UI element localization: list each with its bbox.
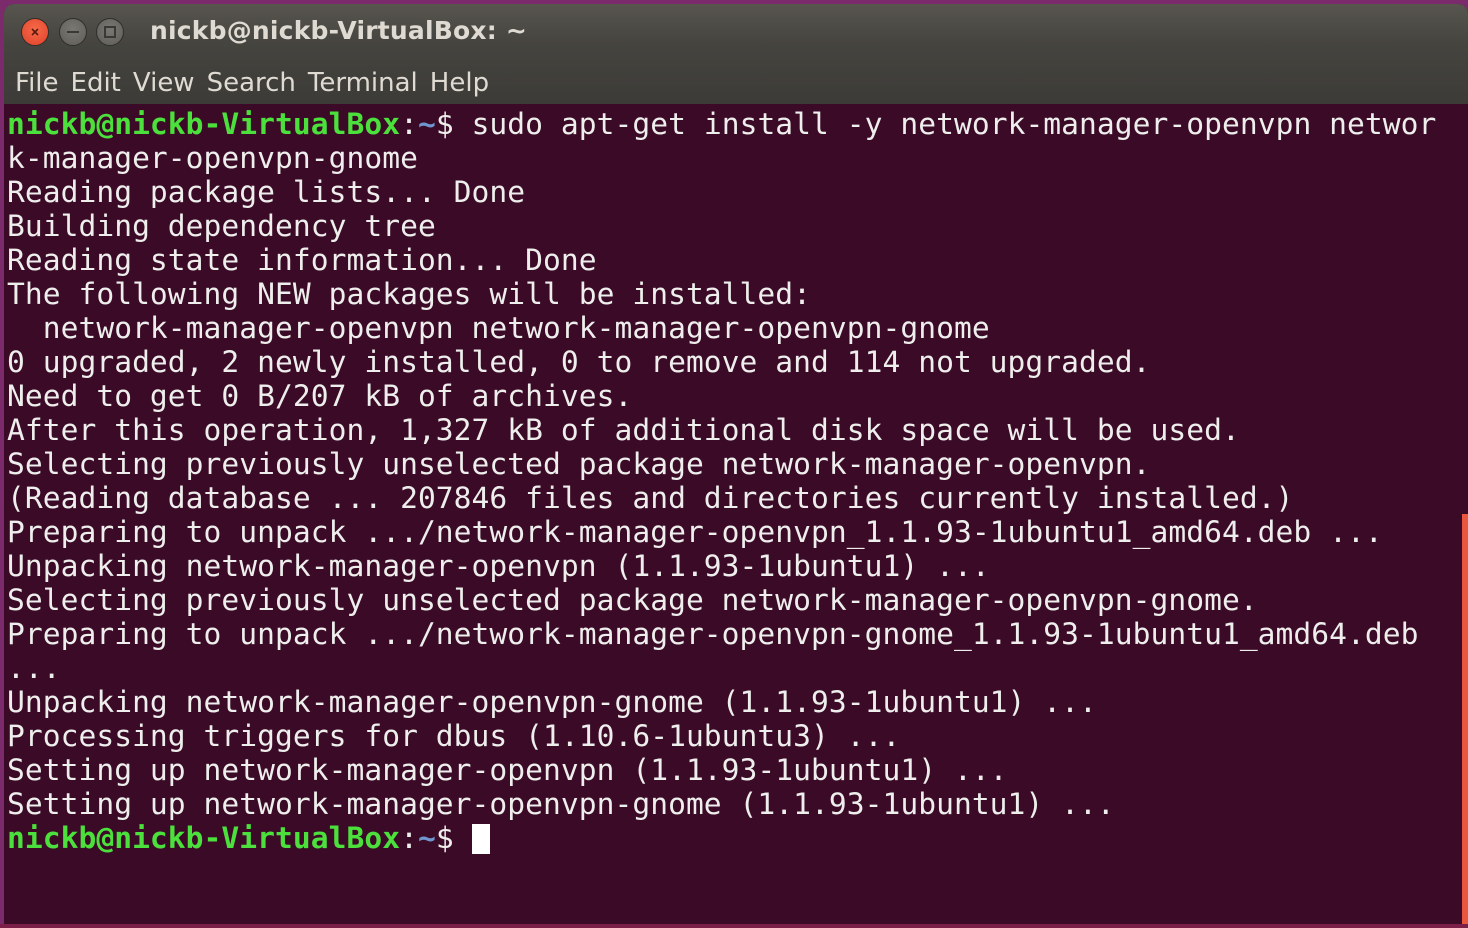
output-line: Selecting previously unselected package … bbox=[7, 583, 1258, 617]
output-line: Preparing to unpack .../network-manager-… bbox=[7, 515, 1383, 549]
output-line: After this operation, 1,327 kB of additi… bbox=[7, 413, 1240, 447]
text-cursor bbox=[471, 824, 490, 854]
window-header: nickb@nickb-VirtualBox: ~ File Edit View… bbox=[4, 4, 1468, 104]
output-line: Setting up network-manager-openvpn-gnome… bbox=[7, 787, 1115, 821]
menu-file[interactable]: File bbox=[14, 68, 70, 98]
prompt-dollar: $ bbox=[435, 107, 454, 141]
maximize-icon bbox=[104, 26, 116, 38]
menubar: File Edit View Search Terminal Help bbox=[4, 62, 1468, 104]
output-line: Selecting previously unselected package … bbox=[7, 447, 1151, 481]
output-line: Preparing to unpack .../network-manager-… bbox=[7, 617, 1419, 651]
output-line: Building dependency tree bbox=[7, 209, 436, 243]
prompt-path: ~ bbox=[417, 107, 436, 141]
menu-edit[interactable]: Edit bbox=[70, 68, 132, 98]
menu-search[interactable]: Search bbox=[206, 68, 307, 98]
titlebar[interactable]: nickb@nickb-VirtualBox: ~ bbox=[4, 4, 1468, 60]
close-icon bbox=[31, 28, 39, 36]
maximize-button[interactable] bbox=[96, 18, 124, 46]
menu-view[interactable]: View bbox=[132, 68, 206, 98]
minimize-button[interactable] bbox=[59, 18, 87, 46]
command-line: nickb@nickb-VirtualBox:~$ sudo apt-get i… bbox=[7, 107, 1462, 141]
output-line: (Reading database ... 207846 files and d… bbox=[7, 481, 1294, 515]
output-line: Setting up network-manager-openvpn (1.1.… bbox=[7, 753, 1008, 787]
prompt-colon: : bbox=[400, 107, 418, 141]
menu-help[interactable]: Help bbox=[429, 68, 500, 98]
output-line: Unpacking network-manager-openvpn-gnome … bbox=[7, 685, 1097, 719]
prompt-path: ~ bbox=[417, 821, 436, 855]
prompt-dollar: $ bbox=[435, 821, 454, 855]
output-line: Reading state information... Done bbox=[7, 243, 597, 277]
output-line: 0 upgraded, 2 newly installed, 0 to remo… bbox=[7, 345, 1151, 379]
window-title: nickb@nickb-VirtualBox: ~ bbox=[150, 16, 527, 45]
prompt-user-host: nickb@nickb-VirtualBox bbox=[7, 821, 401, 855]
active-prompt-line[interactable]: nickb@nickb-VirtualBox:~$ bbox=[7, 821, 1462, 855]
output-line: network-manager-openvpn network-manager-… bbox=[7, 311, 990, 345]
current-input[interactable] bbox=[454, 821, 472, 855]
close-button[interactable] bbox=[21, 18, 49, 46]
scrollbar-thumb[interactable] bbox=[1462, 514, 1468, 924]
output-line: ... bbox=[7, 651, 61, 685]
prompt-user-host: nickb@nickb-VirtualBox bbox=[7, 107, 401, 141]
output-line: The following NEW packages will be insta… bbox=[7, 277, 812, 311]
output-line: Need to get 0 B/207 kB of archives. bbox=[7, 379, 633, 413]
terminal-window: nickb@nickb-VirtualBox: ~ File Edit View… bbox=[4, 4, 1468, 924]
output-line: Reading package lists... Done bbox=[7, 175, 526, 209]
terminal-output[interactable]: nickb@nickb-VirtualBox:~$ sudo apt-get i… bbox=[4, 104, 1462, 924]
output-line: Processing triggers for dbus (1.10.6-1ub… bbox=[7, 719, 901, 753]
output-line: k-manager-openvpn-gnome bbox=[7, 141, 418, 175]
prompt-colon: : bbox=[400, 821, 418, 855]
output-line: Unpacking network-manager-openvpn (1.1.9… bbox=[7, 549, 990, 583]
command-text: sudo apt-get install -y network-manager-… bbox=[453, 107, 1437, 141]
window-bottom-border bbox=[0, 924, 1468, 928]
minimize-icon bbox=[67, 31, 79, 33]
output-lines: k-manager-openvpn-gnome Reading package l… bbox=[7, 141, 1462, 821]
menu-terminal[interactable]: Terminal bbox=[307, 68, 429, 98]
